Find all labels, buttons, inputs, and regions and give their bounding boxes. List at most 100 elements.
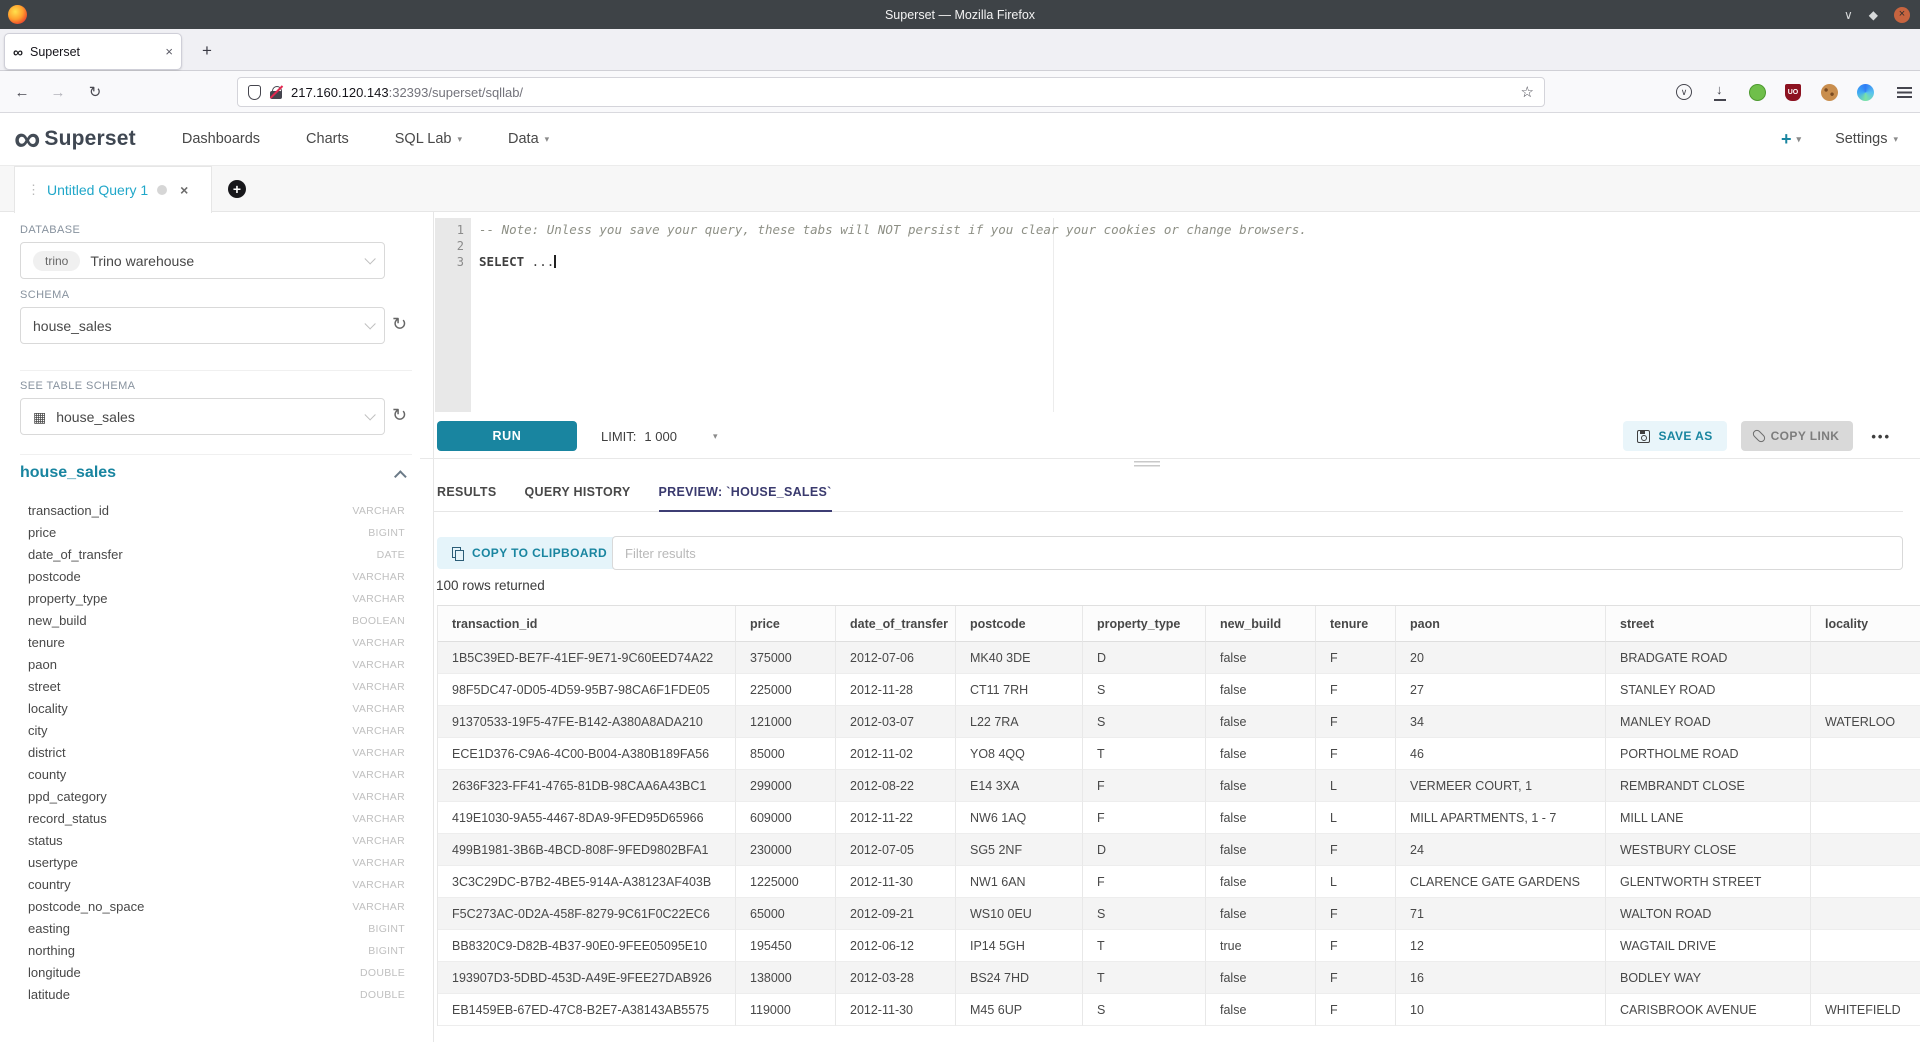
header-cell-transaction_id[interactable]: transaction_id (438, 606, 736, 642)
table-cell: 138000 (736, 962, 836, 994)
schema-select[interactable]: house_sales (20, 307, 385, 344)
table-row[interactable]: 1B5C39ED-BE7F-41EF-9E71-9C60EED74A223750… (438, 642, 1920, 674)
header-cell-locality[interactable]: locality (1811, 606, 1920, 642)
table-row[interactable]: 98F5DC47-0D05-4D59-95B7-98CA6F1FDE052250… (438, 674, 1920, 706)
schema-column-row[interactable]: cityVARCHAR (0, 720, 434, 742)
header-cell-postcode[interactable]: postcode (956, 606, 1083, 642)
pocket-icon[interactable]: ∨ (1672, 80, 1696, 104)
schema-column-row[interactable]: localityVARCHAR (0, 698, 434, 720)
filter-results-input[interactable] (612, 536, 1903, 570)
copy-to-clipboard-button[interactable]: COPY TO CLIPBOARD (437, 537, 622, 569)
schema-column-row[interactable]: property_typeVARCHAR (0, 588, 434, 610)
header-cell-property_type[interactable]: property_type (1083, 606, 1206, 642)
back-icon[interactable]: ← (10, 80, 34, 104)
chevron-up-icon[interactable] (394, 470, 407, 483)
bookmark-star-icon[interactable]: ☆ (1521, 83, 1534, 101)
extension-color-icon[interactable] (1853, 80, 1877, 104)
add-query-tab-button[interactable]: + (212, 166, 262, 212)
header-cell-price[interactable]: price (736, 606, 836, 642)
results-tab-0[interactable]: RESULTS (437, 485, 497, 512)
schema-column-row[interactable]: date_of_transferDATE (0, 544, 434, 566)
database-select[interactable]: trino Trino warehouse (20, 242, 385, 279)
extension-cookie-icon[interactable] (1817, 80, 1841, 104)
table-row[interactable]: F5C273AC-0D2A-458F-8279-9C61F0C22EC66500… (438, 898, 1920, 930)
tab-close-icon[interactable]: × (165, 44, 173, 59)
schema-column-row[interactable]: paonVARCHAR (0, 654, 434, 676)
schema-column-row[interactable]: latitudeDOUBLE (0, 984, 434, 1006)
schema-column-row[interactable]: tenureVARCHAR (0, 632, 434, 654)
url-bar[interactable]: 217.160.120.143:32393/superset/sqllab/ ☆ (237, 77, 1545, 107)
editor-code[interactable]: -- Note: Unless you save your query, the… (471, 218, 1903, 270)
resize-grip[interactable] (1134, 461, 1160, 468)
sql-editor[interactable]: 123 -- Note: Unless you save your query,… (434, 218, 1903, 412)
menu-hamburger-icon[interactable] (1892, 80, 1916, 104)
schema-column-row[interactable]: statusVARCHAR (0, 830, 434, 852)
results-tab-2[interactable]: PREVIEW: `HOUSE_SALES` (659, 485, 832, 512)
results-tabbar: RESULTS QUERY HISTORY PREVIEW: `HOUSE_SALE… (434, 478, 1903, 512)
superset-brand[interactable]: ∞ Superset (14, 124, 136, 154)
tracking-shield-icon[interactable] (248, 85, 261, 100)
table-row[interactable]: 499B1981-3B6B-4BCD-808F-9FED9802BFA12300… (438, 834, 1920, 866)
window-close-icon[interactable]: × (1894, 7, 1910, 23)
save-as-button[interactable]: SAVE AS (1623, 421, 1726, 451)
insecure-lock-icon[interactable] (270, 86, 282, 99)
schema-column-row[interactable]: districtVARCHAR (0, 742, 434, 764)
table-row[interactable]: EB1459EB-67ED-47C8-B2E7-A38143AB55751190… (438, 994, 1920, 1026)
schema-column-row[interactable]: postcode_no_spaceVARCHAR (0, 896, 434, 918)
table-row[interactable]: 2636F323-FF41-4765-81DB-98CAA6A43BC12990… (438, 770, 1920, 802)
table-row[interactable]: 3C3C29DC-B7B2-4BE5-914A-A38123AF403B1225… (438, 866, 1920, 898)
table-row[interactable]: ECE1D376-C9A6-4C00-B004-A380B189FA568500… (438, 738, 1920, 770)
header-cell-tenure[interactable]: tenure (1316, 606, 1396, 642)
schema-column-row[interactable]: usertypeVARCHAR (0, 852, 434, 874)
nav-item-data[interactable]: Data▾ (508, 131, 549, 147)
header-cell-street[interactable]: street (1606, 606, 1811, 642)
schema-column-row[interactable]: new_buildBOOLEAN (0, 610, 434, 632)
schema-column-row[interactable]: streetVARCHAR (0, 676, 434, 698)
url-text[interactable]: 217.160.120.143:32393/superset/sqllab/ (291, 85, 1512, 100)
schema-column-row[interactable]: priceBIGINT (0, 522, 434, 544)
query-tab[interactable]: ⋮ Untitled Query 1 × (14, 166, 212, 213)
nav-item-sql-lab[interactable]: SQL Lab▾ (395, 131, 462, 147)
table-select[interactable]: ▦ house_sales (20, 398, 385, 435)
table-schema-header[interactable]: house_sales (20, 464, 116, 482)
schema-column-row[interactable]: northingBIGINT (0, 940, 434, 962)
settings-menu[interactable]: Settings▾ (1835, 131, 1898, 147)
extension-ublock-icon[interactable]: UO (1781, 80, 1805, 104)
schema-column-row[interactable]: transaction_idVARCHAR (0, 500, 434, 522)
schema-column-row[interactable]: record_statusVARCHAR (0, 808, 434, 830)
window-minimize-icon[interactable]: ∨ (1844, 8, 1853, 22)
new-tab-button[interactable]: + (193, 37, 221, 65)
schema-column-row[interactable]: postcodeVARCHAR (0, 566, 434, 588)
chevron-down-icon: ▾ (545, 134, 550, 145)
nav-item-dashboards[interactable]: Dashboards (182, 131, 260, 147)
refresh-table-icon[interactable]: ↻ (392, 405, 407, 426)
table-row[interactable]: 91370533-19F5-47FE-B142-A380A8ADA2101210… (438, 706, 1920, 738)
query-tab-close-icon[interactable]: × (180, 182, 188, 198)
header-cell-date_of_transfer[interactable]: date_of_transfer (836, 606, 956, 642)
table-row[interactable]: 193907D3-5DBD-453D-A49E-9FEE27DAB9261380… (438, 962, 1920, 994)
schema-column-row[interactable]: eastingBIGINT (0, 918, 434, 940)
header-cell-new_build[interactable]: new_build (1206, 606, 1316, 642)
reload-icon[interactable]: ↻ (83, 80, 107, 104)
schema-column-row[interactable]: countryVARCHAR (0, 874, 434, 896)
forward-icon[interactable]: → (46, 80, 70, 104)
downloads-icon[interactable] (1708, 80, 1732, 104)
results-tab-1[interactable]: QUERY HISTORY (525, 485, 631, 512)
run-button[interactable]: RUN (437, 421, 577, 451)
drag-handle-icon[interactable]: ⋮ (27, 182, 38, 198)
table-row[interactable]: 419E1030-9A55-4467-8DA9-9FED95D659666090… (438, 802, 1920, 834)
header-cell-paon[interactable]: paon (1396, 606, 1606, 642)
window-maximize-icon[interactable]: ◆ (1869, 8, 1878, 22)
schema-column-row[interactable]: countyVARCHAR (0, 764, 434, 786)
schema-column-row[interactable]: longitudeDOUBLE (0, 962, 434, 984)
limit-dropdown[interactable]: LIMIT: 1 000 ▾ (601, 429, 717, 444)
more-actions-button[interactable]: ••• (1867, 429, 1895, 444)
browser-tab[interactable]: ∞ Superset × (4, 33, 182, 70)
refresh-schema-icon[interactable]: ↻ (392, 314, 407, 335)
add-new-menu[interactable]: +▾ (1781, 129, 1801, 150)
nav-item-charts[interactable]: Charts (306, 131, 349, 147)
extension-green-icon[interactable] (1745, 80, 1769, 104)
schema-column-row[interactable]: ppd_categoryVARCHAR (0, 786, 434, 808)
table-row[interactable]: BB8320C9-D82B-4B37-90E0-9FEE05095E101954… (438, 930, 1920, 962)
copy-link-button[interactable]: COPY LINK (1741, 421, 1854, 451)
